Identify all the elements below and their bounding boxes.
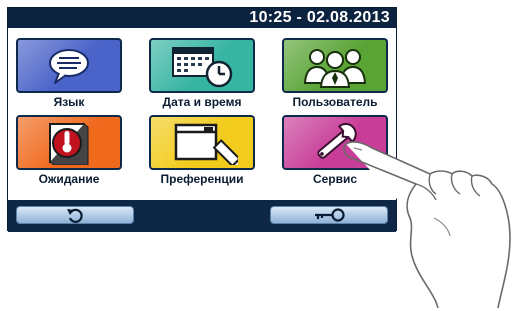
tile-preferences[interactable] [149,115,255,170]
pointing-hand-illustration [343,141,511,308]
tile-user-label: Пользователь [292,95,378,109]
window-pencil-icon [174,123,238,165]
tile-date-time[interactable] [149,38,255,93]
tile-standby[interactable] [16,115,122,170]
tile-language[interactable] [16,38,122,93]
back-button[interactable] [16,206,134,224]
calendar-clock-icon [172,46,233,87]
users-icon [303,48,367,88]
back-arrow-icon [67,208,83,223]
title-bar: 10:25 - 02.08.2013 [8,8,396,28]
speech-bubble-icon [49,48,89,84]
tile-user[interactable] [282,38,388,93]
tile-language-label: Язык [53,95,85,109]
tile-preferences-label: Преференции [160,172,244,186]
datetime-display: 10:25 - 02.08.2013 [249,9,390,26]
tile-standby-label: Ожидание [38,172,100,186]
thermometer-icon [49,122,89,165]
tile-date-time-label: Дата и время [162,95,242,109]
